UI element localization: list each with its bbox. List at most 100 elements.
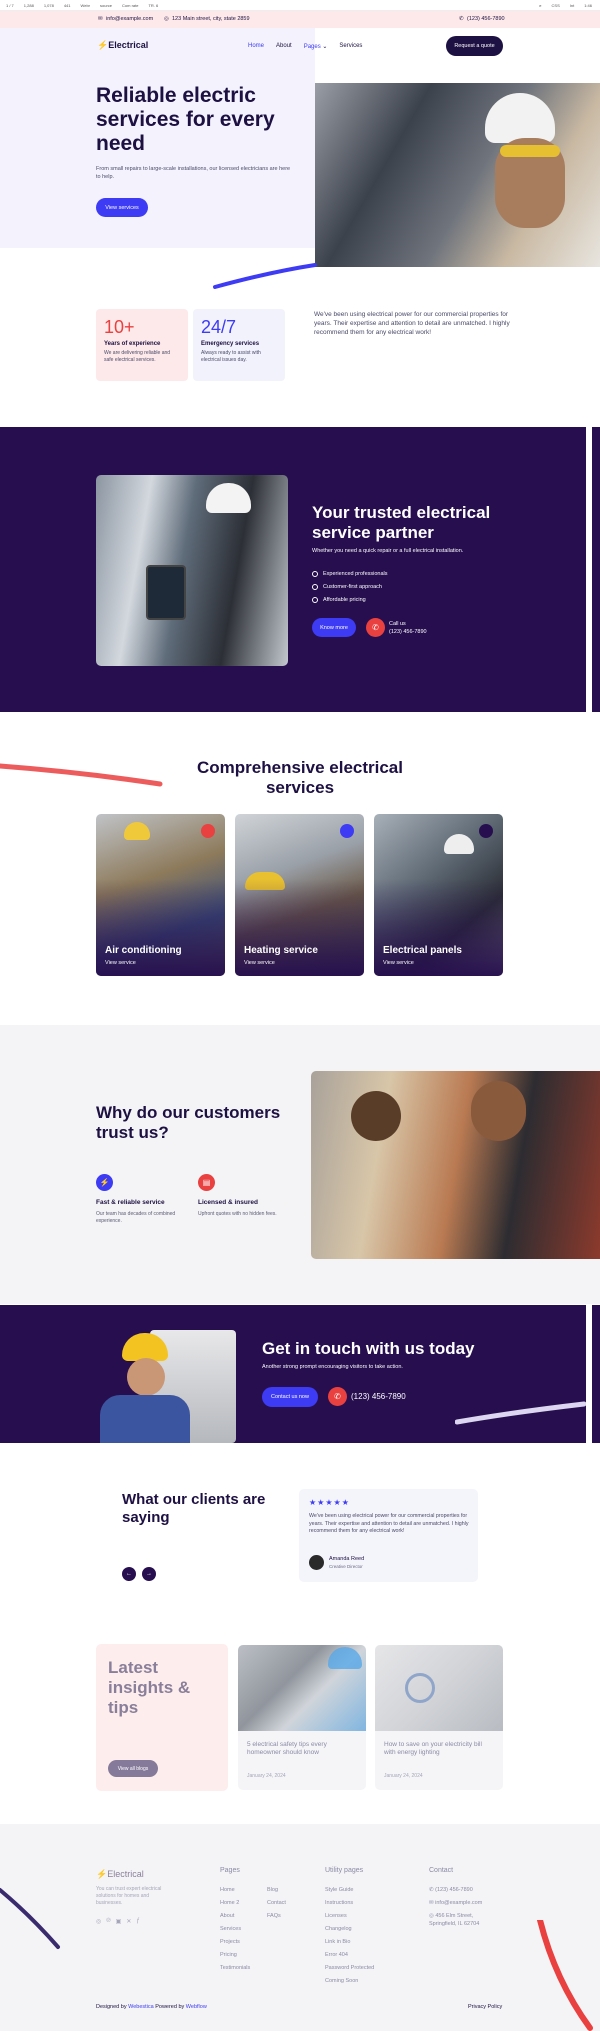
toolbar-item[interactable]: TR. 6 [148, 3, 158, 8]
footer-logo-text: Electrical [107, 1869, 144, 1879]
blog-title: How to save on your electricity bill wit… [384, 1741, 482, 1756]
phone-icon[interactable]: ✆ [366, 618, 385, 637]
hero-electrician-photo [315, 83, 600, 267]
request-quote-button[interactable]: Request a quote [446, 36, 503, 56]
footer-phone-text: (123) 456-7890 [435, 1887, 473, 1893]
toolbar-item[interactable]: Int [570, 3, 574, 8]
check-circle-icon [312, 597, 318, 603]
list-item-label: Customer-first approach [323, 584, 382, 590]
linkedin-icon[interactable]: ▣ [116, 1918, 122, 1925]
toolbar-item[interactable]: e [539, 3, 541, 8]
toolbar-item[interactable]: 1,288 [24, 3, 34, 8]
footer-link[interactable]: Instructions [325, 1897, 374, 1910]
x-icon[interactable]: ✕ [126, 1918, 131, 1925]
footer-link[interactable]: About [220, 1910, 250, 1923]
footer-link[interactable]: Licenses [325, 1910, 374, 1923]
clients-title: What our clients are saying [122, 1491, 266, 1526]
toolbar-item[interactable]: 441 [64, 3, 71, 8]
footer-link[interactable]: Blog [267, 1884, 286, 1897]
footer-link[interactable]: Coming Soon [325, 1975, 374, 1988]
credit-platform-link[interactable]: Webflow [186, 2004, 207, 2010]
blog-card[interactable]: 5 electrical safety tips every homeowner… [238, 1645, 366, 1790]
scroll-divider [586, 427, 592, 712]
footer-link[interactable]: Home [220, 1884, 250, 1897]
contact-subtitle: Another strong prompt encouraging visito… [262, 1364, 403, 1370]
toolbar-item[interactable]: source [100, 3, 112, 8]
footer-link[interactable]: Home 2 [220, 1897, 250, 1910]
toolbar-item[interactable]: 1:46 [584, 3, 592, 8]
footer-logo[interactable]: ⚡Electrical [96, 1869, 144, 1880]
footer-link[interactable]: Testimonials [220, 1962, 250, 1975]
footer-contact-col: ✆ (123) 456-7890 ✉ info@example.com ◎ 45… [429, 1884, 491, 1928]
footer-credits: Designed by Webestica Powered by Webflow [96, 2004, 207, 2010]
list-item-label: Affordable pricing [323, 597, 366, 603]
footer-link[interactable]: Contact [267, 1897, 286, 1910]
toolbar-item[interactable]: Webr [81, 3, 90, 8]
pinterest-icon[interactable]: ℗ [106, 1918, 110, 1925]
toolbar-item[interactable]: Com rate [122, 3, 138, 8]
logo[interactable]: ⚡Electrical [97, 40, 148, 51]
hard-hat-shape [206, 483, 251, 513]
blog-card[interactable]: How to save on your electricity bill wit… [375, 1645, 503, 1790]
footer-phone[interactable]: ✆ (123) 456-7890 [429, 1884, 491, 1897]
arrow-left-icon[interactable]: ← [122, 1567, 136, 1581]
card-link[interactable]: View service [383, 960, 414, 966]
arrow-right-icon[interactable]: → [142, 1567, 156, 1581]
star-rating: ★★★★★ [309, 1498, 350, 1507]
testimonial-quote: We've been using electrical power for ou… [309, 1513, 469, 1534]
service-card-panels[interactable]: Electrical panels View service [374, 814, 503, 976]
footer-link[interactable]: FAQs [267, 1910, 286, 1923]
nav-services[interactable]: Services [339, 43, 362, 50]
topbar-phone[interactable]: (123) 456-7890 [467, 16, 505, 22]
service-card-heating[interactable]: Heating service View service [235, 814, 364, 976]
footer-email-text: info@example.com [435, 1900, 483, 1906]
insights-title: Latest insights & tips [108, 1658, 191, 1717]
card-link[interactable]: View service [244, 960, 275, 966]
chevron-down-icon: ⌄ [322, 44, 328, 50]
hard-hat-shape [444, 834, 474, 854]
footer-link[interactable]: Changelog [325, 1923, 374, 1936]
toolbar-item[interactable]: 1 / 7 [6, 3, 14, 8]
panel-icon [479, 824, 493, 838]
browser-toolbar: 1 / 7 1,288 1,078 441 Webr source Com ra… [0, 0, 600, 11]
heater-icon [340, 824, 354, 838]
view-services-button[interactable]: View services [96, 198, 148, 217]
footer-link[interactable]: Error 404 [325, 1949, 374, 1962]
call-us-block[interactable]: Call us (123) 456-7890 [389, 620, 427, 636]
call-us-label: Call us [389, 621, 406, 627]
blog-thumbnail [375, 1645, 503, 1731]
nav-pages[interactable]: Pages ⌄ [304, 43, 328, 50]
blog-title: 5 electrical safety tips every homeowner… [247, 1741, 327, 1756]
nav-home[interactable]: Home [248, 43, 264, 50]
footer-link[interactable]: Link in Bio [325, 1936, 374, 1949]
wire-decoration [537, 1920, 593, 2031]
footer-email[interactable]: ✉ info@example.com [429, 1897, 491, 1910]
mail-icon: ✉ [98, 16, 103, 22]
footer-link[interactable]: Services [220, 1923, 250, 1936]
nav-about[interactable]: About [276, 43, 292, 50]
footer-link[interactable]: Password Protected [325, 1962, 374, 1975]
facebook-icon[interactable]: ƒ [136, 1918, 139, 1925]
list-item: Customer-first approach [312, 584, 382, 590]
top-info-bar: ✉ info@example.com ◎ 123 Main street, ci… [0, 11, 600, 28]
contact-phone[interactable]: (123) 456-7890 [351, 1392, 406, 1401]
toolbar-item[interactable]: 1,078 [44, 3, 54, 8]
view-all-blogs-button[interactable]: View all blogs [108, 1760, 158, 1777]
privacy-policy-link[interactable]: Privacy Policy [468, 2004, 502, 2010]
contact-us-button[interactable]: Contact us now [262, 1387, 318, 1407]
credit-brand-link[interactable]: Webestica [128, 2004, 154, 2010]
instagram-icon[interactable]: ◎ [96, 1918, 101, 1925]
service-card-air[interactable]: Air conditioning View service [96, 814, 225, 976]
location-icon: ◎ [164, 16, 169, 22]
footer-link[interactable]: Projects [220, 1936, 250, 1949]
footer-link[interactable]: Pricing [220, 1949, 250, 1962]
toolbar-item[interactable]: CSS [552, 3, 560, 8]
know-more-button[interactable]: Know more [312, 618, 356, 637]
feature-desc: Upfront quotes with no hidden fees. [198, 1211, 277, 1217]
credit-prefix: Designed by [96, 2004, 127, 2010]
topbar-email[interactable]: info@example.com [106, 16, 153, 22]
footer-link[interactable]: Style Guide [325, 1884, 374, 1897]
card-link[interactable]: View service [105, 960, 136, 966]
phone-icon[interactable]: ✆ [328, 1387, 347, 1406]
footer-address-text: 456 Elm Street, Springfield, IL 62704 [429, 1913, 480, 1927]
